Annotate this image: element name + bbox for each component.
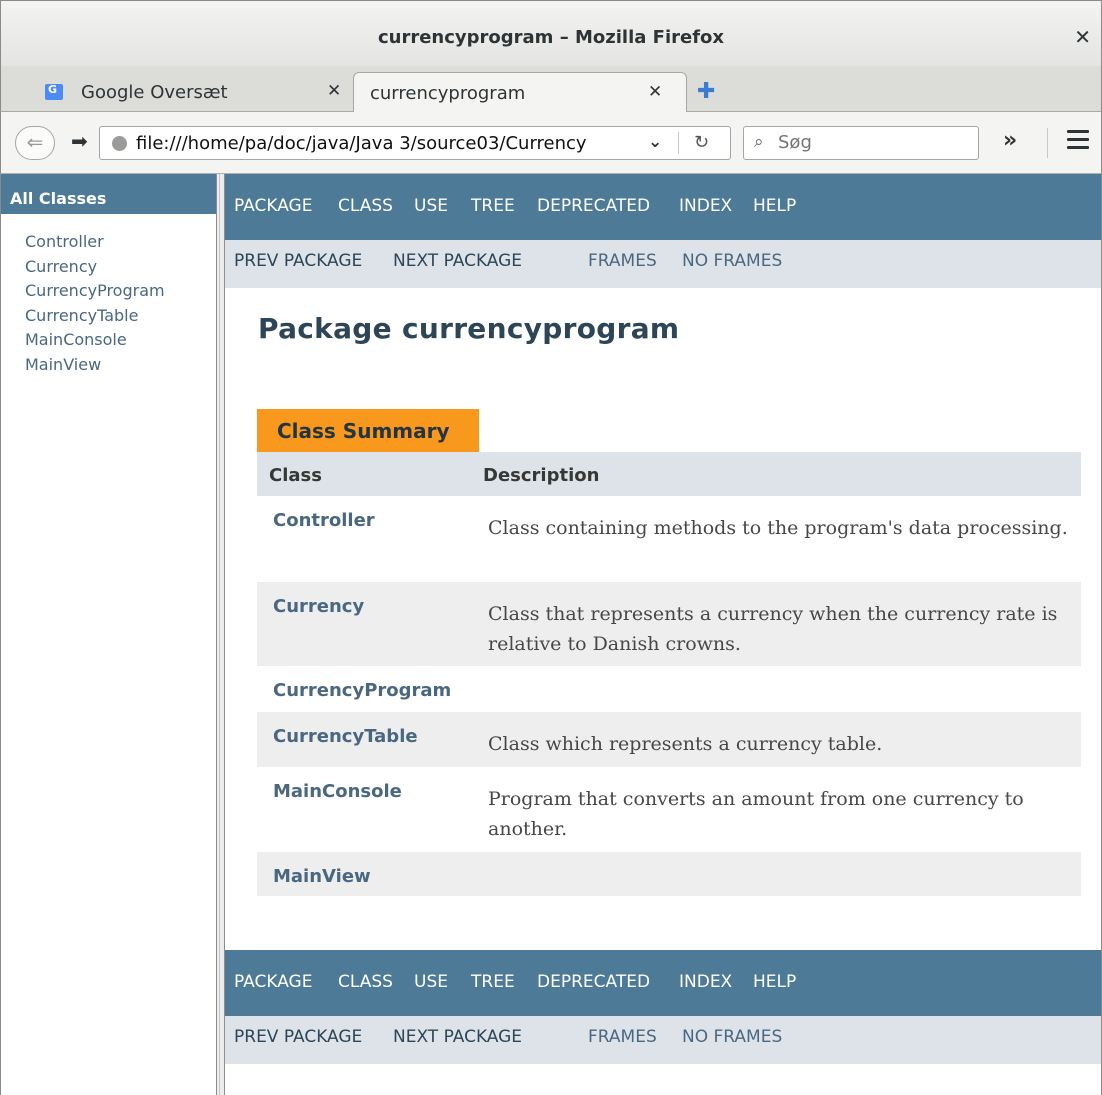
- back-arrow-icon[interactable]: ⇐: [15, 126, 55, 160]
- class-link-currencyprogram[interactable]: CurrencyProgram: [273, 680, 451, 701]
- class-description: Class containing methods to the program'…: [488, 517, 1068, 539]
- bottom-sub-nav: PREV PACKAGE NEXT PACKAGE FRAMES NO FRAM…: [225, 1016, 1101, 1064]
- class-description: Class which represents a currency table.: [488, 733, 883, 755]
- class-link-mainconsole[interactable]: MainConsole: [25, 330, 165, 355]
- prev-package: PREV PACKAGE: [234, 1027, 363, 1047]
- nav-index[interactable]: INDEX: [679, 196, 732, 216]
- new-tab-plus-icon[interactable]: ✚: [697, 79, 715, 104]
- class-link-controller[interactable]: Controller: [273, 510, 375, 531]
- hamburger-menu-icon[interactable]: [1067, 130, 1089, 150]
- class-link-currencytable[interactable]: CurrencyTable: [273, 726, 418, 747]
- nav-deprecated[interactable]: DEPRECATED: [537, 196, 650, 216]
- chevron-down-icon[interactable]: ⌄: [648, 132, 662, 152]
- page-title: Package currencyprogram: [258, 312, 680, 345]
- class-description: Program that converts an amount from one…: [488, 788, 1024, 840]
- tab-label: currencyprogram: [370, 83, 526, 104]
- next-package: NEXT PACKAGE: [393, 251, 523, 271]
- top-nav-bar: PACKAGE CLASS USE TREE DEPRECATED INDEX …: [225, 174, 1101, 240]
- top-sub-nav: PREV PACKAGE NEXT PACKAGE FRAMES NO FRAM…: [225, 240, 1101, 288]
- class-link-controller[interactable]: Controller: [25, 232, 165, 257]
- table-row: Currency Class that represents a currenc…: [257, 582, 1081, 666]
- url-separator: [678, 132, 679, 154]
- tab-close-icon[interactable]: ✕: [327, 81, 341, 101]
- window-titlebar: currencyprogram – Mozilla Firefox ✕: [0, 0, 1102, 66]
- tab-label: Google Oversæt: [81, 82, 228, 103]
- column-header-description: Description: [483, 465, 600, 486]
- nav-package: PACKAGE: [234, 196, 313, 216]
- navigation-toolbar: ⇐ ➡ file:///home/pa/doc/java/Java 3/sour…: [0, 112, 1102, 174]
- url-text[interactable]: file:///home/pa/doc/java/Java 3/source03…: [136, 133, 587, 154]
- window-close-icon[interactable]: ✕: [1074, 25, 1091, 49]
- table-row: Controller Class containing methods to t…: [257, 496, 1081, 582]
- table-header: Class Description: [257, 452, 1081, 496]
- class-link-mainconsole[interactable]: MainConsole: [273, 781, 402, 802]
- window-title: currencyprogram – Mozilla Firefox: [377, 27, 725, 48]
- frames-link[interactable]: FRAMES: [588, 251, 657, 271]
- tab-strip: Google Oversæt ✕ currencyprogram ✕ ✚: [0, 66, 1102, 112]
- reload-icon[interactable]: ↻: [694, 132, 709, 153]
- google-translate-icon: [45, 83, 63, 100]
- nav-index[interactable]: INDEX: [679, 972, 732, 992]
- no-frames-link[interactable]: NO FRAMES: [682, 1027, 782, 1047]
- tab-currencyprogram[interactable]: currencyprogram ✕: [353, 72, 687, 112]
- frame-divider[interactable]: [216, 174, 225, 1095]
- class-link-currency[interactable]: Currency: [273, 596, 364, 617]
- table-row: MainView: [257, 852, 1081, 896]
- nav-tree: TREE: [471, 196, 515, 216]
- table-row: CurrencyTable Class which represents a c…: [257, 712, 1081, 767]
- class-link-mainview[interactable]: MainView: [25, 355, 165, 380]
- nav-help[interactable]: HELP: [753, 196, 796, 216]
- search-icon: ⌕: [754, 132, 764, 152]
- nav-class: CLASS: [338, 972, 393, 992]
- all-classes-frame: All Classes Controller Currency Currency…: [0, 174, 216, 1095]
- nav-package: PACKAGE: [234, 972, 313, 992]
- table-row: MainConsole Program that converts an amo…: [257, 767, 1081, 852]
- search-input[interactable]: [778, 132, 968, 153]
- nav-help[interactable]: HELP: [753, 972, 796, 992]
- class-summary-tab: Class Summary: [257, 409, 479, 452]
- search-box[interactable]: ⌕: [743, 126, 979, 160]
- class-summary-table: Class Description Controller Class conta…: [257, 452, 1081, 896]
- column-header-class: Class: [269, 465, 322, 486]
- nav-class: CLASS: [338, 196, 393, 216]
- no-frames-link[interactable]: NO FRAMES: [682, 251, 782, 271]
- url-bar[interactable]: file:///home/pa/doc/java/Java 3/source03…: [99, 126, 731, 160]
- next-package: NEXT PACKAGE: [393, 1027, 523, 1047]
- table-row: CurrencyProgram: [257, 666, 1081, 712]
- overflow-chevron-icon[interactable]: »: [1003, 128, 1017, 153]
- nav-deprecated[interactable]: DEPRECATED: [537, 972, 650, 992]
- prev-package: PREV PACKAGE: [234, 251, 363, 271]
- package-frame: PACKAGE CLASS USE TREE DEPRECATED INDEX …: [225, 174, 1102, 1095]
- toolbar-separator: [1047, 128, 1048, 158]
- all-classes-heading: All Classes: [1, 174, 216, 214]
- globe-icon: [112, 136, 127, 151]
- forward-arrow-icon[interactable]: ➡: [71, 129, 88, 153]
- class-link-currencyprogram[interactable]: CurrencyProgram: [25, 281, 165, 306]
- nav-use: USE: [414, 972, 448, 992]
- class-link-currencytable[interactable]: CurrencyTable: [25, 306, 165, 331]
- nav-use: USE: [414, 196, 448, 216]
- bottom-nav-bar: PACKAGE CLASS USE TREE DEPRECATED INDEX …: [225, 950, 1101, 1016]
- frames-link[interactable]: FRAMES: [588, 1027, 657, 1047]
- tab-close-icon[interactable]: ✕: [648, 82, 662, 102]
- class-description: Class that represents a currency when th…: [488, 603, 1058, 655]
- tab-google-translate[interactable]: Google Oversæt ✕: [1, 72, 351, 112]
- nav-tree: TREE: [471, 972, 515, 992]
- class-link-mainview[interactable]: MainView: [273, 866, 371, 887]
- class-list: Controller Currency CurrencyProgram Curr…: [25, 232, 165, 379]
- class-link-currency[interactable]: Currency: [25, 257, 165, 282]
